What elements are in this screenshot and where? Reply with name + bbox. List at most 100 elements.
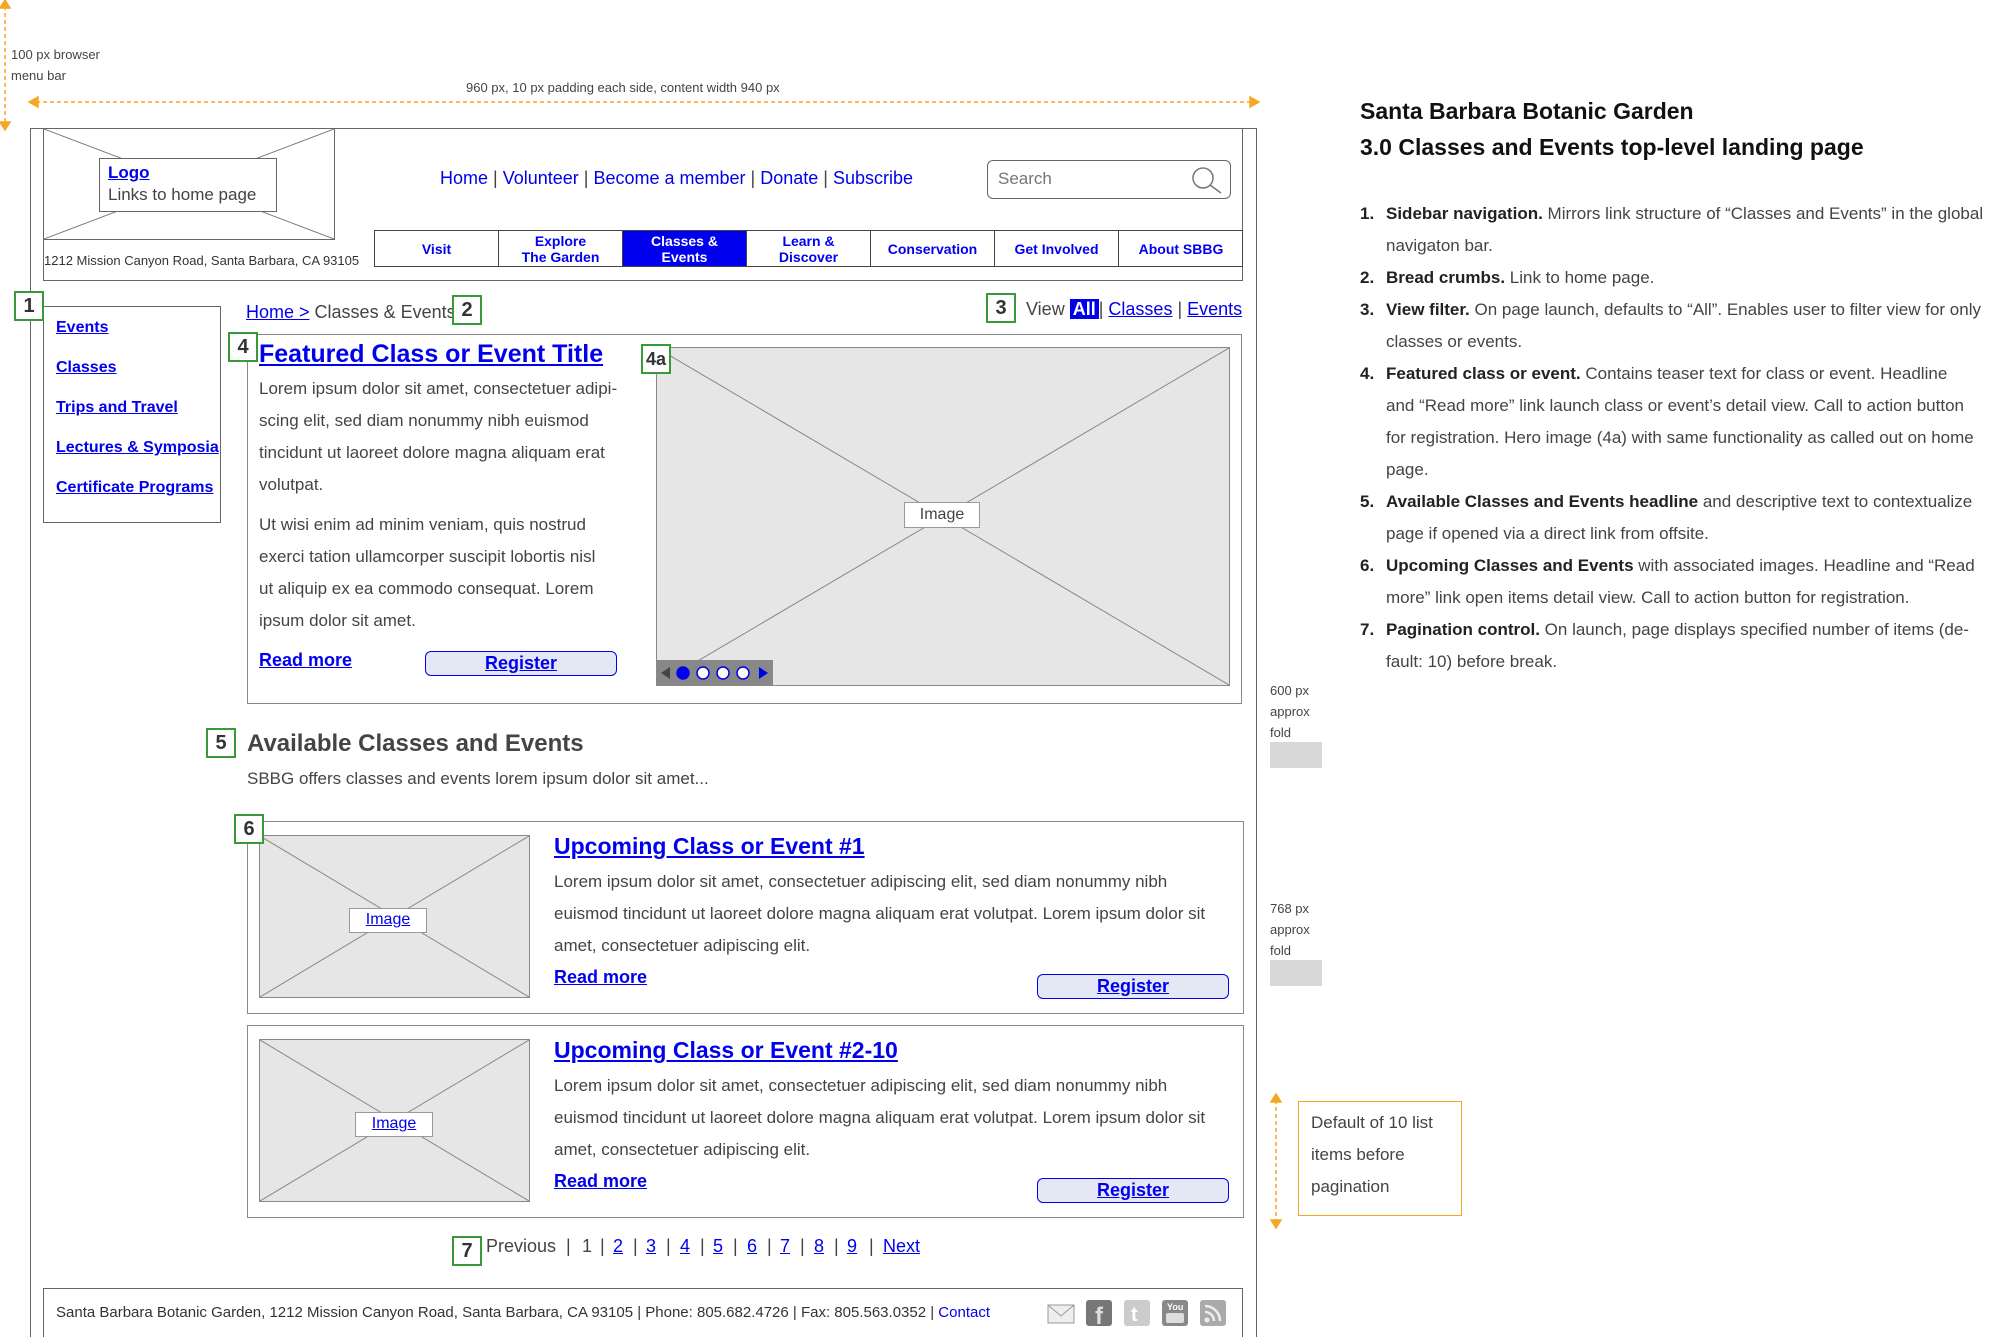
- sidebar-item-trips[interactable]: Trips and Travel: [56, 399, 220, 417]
- note-item: 6. Upcoming Classes and Events with assoc…: [1360, 550, 2000, 614]
- sidebar-item-certificate[interactable]: Certificate Programs: [56, 479, 220, 497]
- event-card-2-title[interactable]: Upcoming Class or Event #2-10: [554, 1037, 898, 1064]
- note-line: classes or events.: [1386, 332, 1523, 351]
- hero-image-label: Image: [904, 502, 980, 528]
- nav-about[interactable]: About SBBG: [1118, 231, 1243, 266]
- nav-visit[interactable]: Visit: [374, 231, 498, 266]
- nav-get-involved[interactable]: Get Involved: [994, 231, 1118, 266]
- event-card-1-image[interactable]: Image: [259, 835, 530, 998]
- top-link-subscribe[interactable]: Subscribe: [833, 168, 913, 188]
- callout-1: 1: [14, 291, 44, 321]
- footer-contact-link[interactable]: Contact: [938, 1304, 990, 1321]
- note-line: page.: [1386, 460, 1429, 479]
- note-number: 5.: [1360, 492, 1375, 511]
- note-line: and “Read more” link launch class or eve…: [1386, 396, 1964, 415]
- pagination-current: 1: [582, 1236, 593, 1256]
- callout-4a: 4a: [641, 344, 671, 374]
- event-card-2-register-button[interactable]: Register: [1037, 1178, 1229, 1203]
- pagination-page-9[interactable]: 9: [847, 1236, 857, 1257]
- carousel-next-icon[interactable]: [758, 666, 874, 691]
- pagination-sep: |: [666, 1236, 671, 1256]
- event-card-2-image-label[interactable]: Image: [355, 1112, 433, 1137]
- fold-768-note: 768 px approx fold: [1270, 901, 1310, 958]
- pagination-sep: |: [700, 1236, 705, 1256]
- search-icon[interactable]: [1190, 165, 1224, 195]
- svg-text:t: t: [1131, 1304, 1138, 1326]
- note-line: page if opened via a direct link from of…: [1386, 524, 1709, 543]
- rss-icon[interactable]: [1199, 1299, 1227, 1327]
- note-item: 3. View filter. On page launch, defaults …: [1360, 294, 2000, 358]
- utility-links: Home | Volunteer | Become a member | Don…: [440, 168, 913, 188]
- note-item: 7. Pagination control. On launch, page di…: [1360, 614, 2000, 678]
- note-line: Pagination control. On launch, page disp…: [1386, 620, 1969, 639]
- youtube-icon[interactable]: You: [1161, 1299, 1189, 1327]
- note-line: fault: 10) before break.: [1386, 652, 1558, 671]
- view-label: View: [1026, 299, 1065, 319]
- nav-conservation[interactable]: Conservation: [870, 231, 994, 266]
- hero-image[interactable]: Image: [656, 347, 1230, 686]
- svg-text:f: f: [1095, 1303, 1104, 1327]
- sidebar-item-events[interactable]: Events: [56, 319, 220, 337]
- logo-link[interactable]: Logo: [108, 162, 268, 184]
- facebook-icon[interactable]: f: [1085, 1299, 1113, 1327]
- carousel-controls: [657, 660, 773, 685]
- featured-register-button[interactable]: Register: [425, 651, 617, 676]
- width-note: 960 px, 10 px padding each side, content…: [466, 80, 780, 95]
- top-link-member[interactable]: Become a member: [593, 168, 745, 188]
- view-option-all[interactable]: All: [1069, 299, 1099, 319]
- pagination-previous: Previous: [486, 1236, 557, 1256]
- sidebar-item-lectures[interactable]: Lectures & Symposia: [56, 439, 220, 457]
- note-number: 6.: [1360, 556, 1375, 575]
- menu-bar-note: 100 px browser menu bar: [11, 47, 100, 83]
- view-option-classes[interactable]: Classes: [1108, 299, 1172, 319]
- pagination-page-7[interactable]: 7: [780, 1236, 790, 1257]
- event-card-1-read-more[interactable]: Read more: [554, 967, 647, 988]
- event-card-1-text: Lorem ipsum dolor sit amet, consectetuer…: [554, 872, 1206, 955]
- event-card-1-title[interactable]: Upcoming Class or Event #1: [554, 833, 865, 860]
- available-headline: Available Classes and Events: [247, 730, 584, 757]
- note-item: 1. Sidebar navigation. Mirrors link struc…: [1360, 198, 2000, 262]
- note-line: Bread crumbs. Link to home page.: [1386, 268, 1655, 287]
- breadcrumb: Home > Classes & Events: [246, 302, 456, 323]
- pagination-page-6[interactable]: 6: [747, 1236, 757, 1257]
- pagination-page-8[interactable]: 8: [814, 1236, 824, 1257]
- sidebar-nav: Events Classes Trips and Travel Lectures…: [43, 306, 221, 523]
- fold-768-marker: [1270, 960, 1322, 986]
- top-link-volunteer[interactable]: Volunteer: [503, 168, 579, 188]
- top-link-home[interactable]: Home: [440, 168, 488, 188]
- event-card-2-read-more[interactable]: Read more: [554, 1171, 647, 1192]
- svg-text:You: You: [1167, 1302, 1183, 1312]
- search-box[interactable]: [987, 160, 1231, 199]
- pagination-page-3[interactable]: 3: [646, 1236, 656, 1257]
- address: 1212 Mission Canyon Road, Santa Barbara,…: [44, 253, 360, 268]
- pagination-page-5[interactable]: 5: [713, 1236, 723, 1257]
- logo-placeholder[interactable]: Logo Links to home page: [43, 128, 335, 240]
- view-option-events[interactable]: Events: [1187, 299, 1242, 319]
- note-line: Available Classes and Events headline an…: [1386, 492, 1973, 511]
- email-icon[interactable]: [1047, 1301, 1075, 1327]
- pagination-sep: |: [633, 1236, 638, 1256]
- pagination-page-4[interactable]: 4: [680, 1236, 690, 1257]
- note-item: 2. Bread crumbs. Link to home page.: [1360, 262, 2000, 294]
- callout-2: 2: [452, 295, 482, 325]
- event-card-1-register-button[interactable]: Register: [1037, 974, 1229, 999]
- breadcrumb-home[interactable]: Home >: [246, 302, 310, 322]
- featured-read-more[interactable]: Read more: [259, 650, 352, 671]
- nav-explore[interactable]: Explore The Garden: [498, 231, 622, 266]
- nav-learn[interactable]: Learn & Discover: [746, 231, 870, 266]
- featured-title[interactable]: Featured Class or Event Title: [259, 340, 603, 369]
- sidebar-item-classes[interactable]: Classes: [56, 359, 220, 377]
- pagination-sep: |: [767, 1236, 772, 1256]
- top-link-donate[interactable]: Donate: [760, 168, 818, 188]
- pagination-sep: |: [800, 1236, 805, 1256]
- pagination-page-2[interactable]: 2: [613, 1236, 623, 1257]
- pagination-next[interactable]: Next: [883, 1236, 920, 1257]
- event-card-2-image[interactable]: Image: [259, 1039, 530, 1202]
- nav-classes-events[interactable]: Classes & Events: [622, 231, 746, 266]
- available-desc: SBBG offers classes and events lorem ips…: [247, 769, 709, 788]
- footer: Santa Barbara Botanic Garden, 1212 Missi…: [43, 1288, 1243, 1337]
- note-number: 4.: [1360, 364, 1375, 383]
- twitter-icon[interactable]: t: [1123, 1299, 1151, 1327]
- event-card-1-image-label[interactable]: Image: [349, 908, 427, 933]
- search-input[interactable]: [998, 169, 1178, 189]
